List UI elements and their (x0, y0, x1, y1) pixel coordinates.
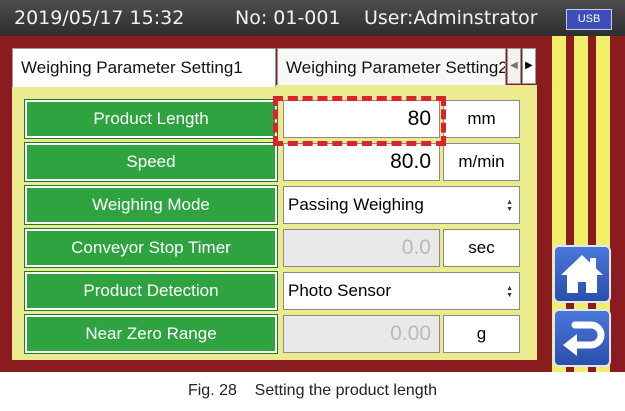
product-detection-label: Product Detection (24, 271, 278, 311)
home-icon (561, 255, 603, 293)
speed-label: Speed (24, 142, 278, 182)
return-arrow-icon (563, 321, 605, 356)
tab-label: Weighing Parameter Setting2 (286, 58, 506, 77)
hmi-screen: 2019/05/17 15:32 No: 01-001 User:Adminst… (0, 0, 625, 372)
highlight-frame (273, 96, 446, 146)
weighing-mode-select[interactable]: Passing Weighing ▲ ▼ (283, 186, 520, 224)
product-length-unit: mm (443, 100, 520, 138)
status-bar: 2019/05/17 15:32 No: 01-001 User:Adminst… (0, 0, 625, 36)
updown-arrow-icon: ▲ ▼ (506, 285, 513, 299)
home-button[interactable] (553, 245, 611, 303)
tab-scroll-right-icon[interactable]: ▶ (522, 48, 536, 84)
weighing-mode-value: Passing Weighing (288, 195, 424, 214)
product-length-label: Product Length (24, 99, 278, 139)
back-button[interactable] (553, 309, 611, 367)
conveyor-stop-timer-label: Conveyor Stop Timer (24, 228, 278, 268)
tab-weighing-setting-1[interactable]: Weighing Parameter Setting1 (12, 48, 276, 87)
updown-arrow-icon: ▲ ▼ (506, 199, 513, 213)
datetime-text: 2019/05/17 15:32 (14, 7, 185, 29)
tab-label: Weighing Parameter Setting1 (21, 58, 243, 77)
speed-input[interactable]: 80.0 (283, 143, 440, 181)
user-text: User:Adminstrator (364, 7, 538, 29)
speed-unit: m/min (443, 143, 520, 181)
tab-scroll-left-icon[interactable]: ◀ (507, 48, 521, 84)
weighing-mode-label: Weighing Mode (24, 185, 278, 225)
conveyor-stop-timer-unit: sec (443, 229, 520, 267)
near-zero-range-label: Near Zero Range (24, 314, 278, 354)
conveyor-stop-timer-input: 0.0 (283, 229, 440, 267)
product-detection-value: Photo Sensor (288, 281, 392, 300)
tab-weighing-setting-2[interactable]: Weighing Parameter Setting2 (277, 48, 506, 85)
record-number-text: No: 01-001 (235, 7, 341, 29)
product-detection-select[interactable]: Photo Sensor ▲ ▼ (283, 272, 520, 310)
usb-badge: USB (566, 9, 612, 30)
figure-caption: Fig. 28 Setting the product length (187, 382, 438, 399)
near-zero-range-input: 0.00 (283, 315, 440, 353)
near-zero-range-unit: g (443, 315, 520, 353)
